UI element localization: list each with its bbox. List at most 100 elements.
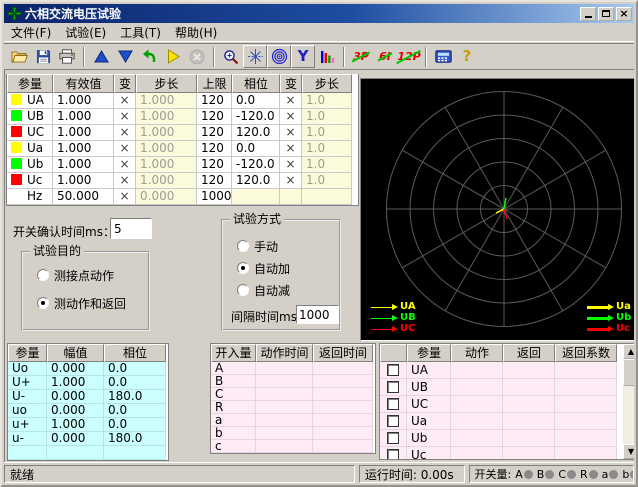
table-row: Ub 1.000 × 1.000 120 -120.0 × 1.0 (7, 157, 358, 173)
switch-input-header: 开入量 动作时间 返回时间 (211, 344, 375, 362)
toolbar: Y 3P 6I 12P ? (4, 43, 634, 70)
column-header: 参量 (7, 74, 53, 93)
toolbar-separator (83, 47, 85, 67)
result-table-container: 参量 动作 返回 返回系数 UA UB UC Ua Ub Uc ▲ ▼ (379, 343, 634, 460)
vector-arrow-icon (587, 304, 614, 310)
twelve-phase-button[interactable]: 12P (397, 45, 421, 68)
zoom-button[interactable] (219, 45, 243, 68)
help-button[interactable]: ? (455, 45, 479, 68)
checkbox[interactable] (387, 398, 399, 410)
legend-item: UA (371, 302, 416, 312)
help-icon: ? (463, 49, 472, 64)
legend-item: Ua (587, 302, 631, 312)
status-bar: 就绪 运行时间: 0.00s 开关量: A B C R a b c (4, 462, 634, 483)
radio-manual[interactable]: 手动 (237, 239, 278, 253)
checkbox[interactable] (387, 432, 399, 444)
magnifier-icon (223, 49, 239, 65)
column-header: 动作时间 (256, 344, 313, 362)
app-window: 六相交流电压试验 × 文件(F) 试验(E) 工具(T) 帮助(H) Y 3P … (0, 0, 638, 487)
menu-test[interactable]: 试验(E) (58, 22, 113, 43)
column-header: 参量 (8, 344, 47, 362)
save-button[interactable] (31, 45, 55, 68)
column-header: 上限 (197, 74, 232, 93)
table-row: Hz 50.000 × 0.000 1000 (7, 189, 358, 205)
print-button[interactable] (55, 45, 79, 68)
status-runtime: 运行时间: 0.00s (359, 465, 465, 483)
table-row: U-0.000180.0 (8, 390, 168, 404)
column-header: 变 (280, 74, 302, 93)
result-table-header: 参量 动作 返回 返回系数 (380, 344, 623, 362)
checkbox[interactable] (387, 449, 399, 460)
six-current-button[interactable]: 6I (373, 45, 397, 68)
three-phase-icon: 3P (353, 51, 369, 62)
column-header (380, 344, 407, 362)
maximize-button[interactable] (598, 7, 614, 21)
switch-indicator: b (622, 468, 634, 481)
scrollbar-thumb[interactable] (623, 359, 634, 386)
confirm-time-input[interactable] (110, 218, 152, 239)
column-header: 返回 (503, 344, 555, 362)
window-title: 六相交流电压试验 (25, 5, 580, 22)
interval-input[interactable] (296, 305, 339, 324)
vector-arrow-icon (587, 315, 614, 321)
device-panel-button[interactable] (431, 45, 455, 68)
up-triangle-icon (94, 50, 109, 63)
y-connection-button[interactable]: Y (291, 45, 315, 68)
scroll-down-button[interactable]: ▼ (623, 444, 634, 459)
table-row: UB 1.000 × 1.000 120 -120.0 × 1.0 (7, 109, 358, 125)
phase-color-swatch (11, 142, 22, 153)
column-header: 步长 (136, 74, 197, 93)
radio-icon (37, 297, 49, 309)
client-area: 参量 有效值 变 步长 上限 相位 变 步长 UA 1.000 × 1.000 … (4, 70, 634, 462)
undo-button[interactable] (137, 45, 161, 68)
radio-contact-action[interactable]: 测接点动作 (37, 268, 114, 282)
phase-color-swatch (11, 174, 22, 185)
checkbox[interactable] (387, 381, 399, 393)
bar-chart-button[interactable] (315, 45, 339, 68)
close-button[interactable]: × (616, 7, 632, 21)
checkbox[interactable] (387, 364, 399, 376)
test-mode-group: 试验方式 手动 自动加 自动减 间隔时间ms (221, 219, 341, 331)
column-header: 幅值 (47, 344, 104, 362)
three-phase-button[interactable]: 3P (349, 45, 373, 68)
switch-indicator: A (515, 468, 533, 481)
circle-diagram-button[interactable] (267, 45, 291, 68)
minimize-icon (585, 16, 592, 18)
folder-open-icon (11, 49, 28, 64)
y-connection-icon: Y (298, 49, 309, 64)
table-row: Uc (380, 447, 623, 460)
radio-icon (37, 269, 49, 281)
minimize-button[interactable] (580, 7, 596, 21)
column-header: 返回时间 (313, 344, 373, 362)
stop-button[interactable] (185, 45, 209, 68)
menu-help[interactable]: 帮助(H) (168, 22, 224, 43)
table-row: Ub (380, 430, 623, 447)
switch-state-icon (609, 470, 618, 479)
column-header: 返回系数 (555, 344, 617, 362)
radio-auto-decrease[interactable]: 自动减 (237, 283, 290, 297)
menu-tools[interactable]: 工具(T) (113, 22, 168, 43)
run-button[interactable] (161, 45, 185, 68)
menu-file[interactable]: 文件(F) (4, 22, 58, 43)
vector-diagram-button[interactable] (243, 45, 267, 68)
open-button[interactable] (7, 45, 31, 68)
vector-star-icon (247, 48, 264, 65)
checkbox[interactable] (387, 415, 399, 427)
switch-input-table: 开入量 动作时间 返回时间 A B C R a b c (210, 343, 376, 454)
move-up-button[interactable] (89, 45, 113, 68)
radio-action-and-return[interactable]: 测动作和返回 (37, 296, 126, 310)
column-header: 参量 (407, 344, 451, 362)
result-table: 参量 动作 返回 返回系数 UA UB UC Ua Ub Uc (380, 344, 623, 460)
scroll-up-button[interactable]: ▲ (623, 344, 634, 359)
table-row: UC (380, 396, 623, 413)
column-header: 相位 (232, 74, 280, 93)
column-header: 相位 (104, 344, 166, 362)
concentric-circles-icon (271, 48, 288, 65)
title-bar: 六相交流电压试验 × (4, 4, 634, 23)
phase-color-swatch (11, 94, 22, 105)
sequence-table-header: 参量 幅值 相位 (8, 344, 168, 362)
move-down-button[interactable] (113, 45, 137, 68)
table-row: uo0.0000.0 (8, 404, 168, 418)
radio-auto-increase[interactable]: 自动加 (237, 261, 290, 275)
table-row: R (211, 401, 375, 414)
